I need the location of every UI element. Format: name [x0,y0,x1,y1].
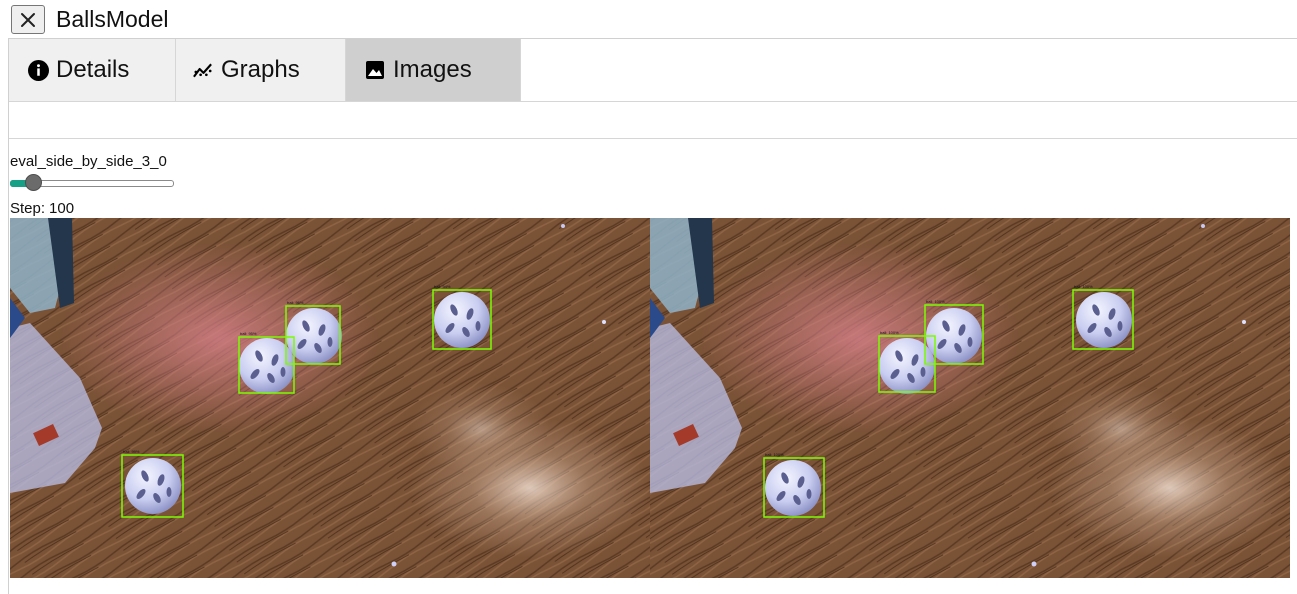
tab-graphs-label: Graphs [221,56,300,83]
section-divider [9,138,1297,139]
detection-label: ball: 99% [123,449,140,454]
detection-label: ball: 100% [880,330,899,335]
detection-label: ball: 100% [765,452,784,457]
tab-graphs[interactable]: Graphs [176,39,346,101]
eval-image: ball: 96% ball: 95% ball: 94% ball: 99% … [10,218,1290,578]
detection-label: ball: 96% [287,300,304,305]
detection-label: ball: 95% [240,331,257,336]
detection-label: ball: 100% [1074,284,1093,289]
step-readout: Step: 100 [10,200,74,217]
tab-divider [9,101,1297,102]
tab-details-label: Details [56,56,130,83]
main-frame: Details Graphs Images eval_side_by_side_… [8,38,1297,594]
close-button[interactable] [11,5,45,34]
detection-label: ball: 94% [434,284,451,289]
title-bar: BallsModel [0,0,1297,38]
close-icon [21,12,35,27]
tab-images-label: Images [393,56,472,83]
image-name-label: eval_side_by_side_3_0 [10,153,167,170]
image-icon [364,59,386,81]
step-slider[interactable] [10,173,174,193]
step-label: Step: [10,200,46,217]
tab-bar: Details Graphs Images [9,39,521,101]
right-panel: ball: 100% ball: 100% ball: 100% ball: 1… [650,218,1290,578]
tab-details[interactable]: Details [9,39,176,101]
detection-label: ball: 100% [926,299,945,304]
app-title: BallsModel [56,6,169,32]
graph-icon [192,59,214,81]
step-value: 100 [49,200,75,217]
slider-thumb[interactable] [25,174,42,191]
info-icon [27,59,49,81]
tab-images[interactable]: Images [346,39,521,101]
left-panel: ball: 96% ball: 95% ball: 94% ball: 99% [10,218,650,578]
